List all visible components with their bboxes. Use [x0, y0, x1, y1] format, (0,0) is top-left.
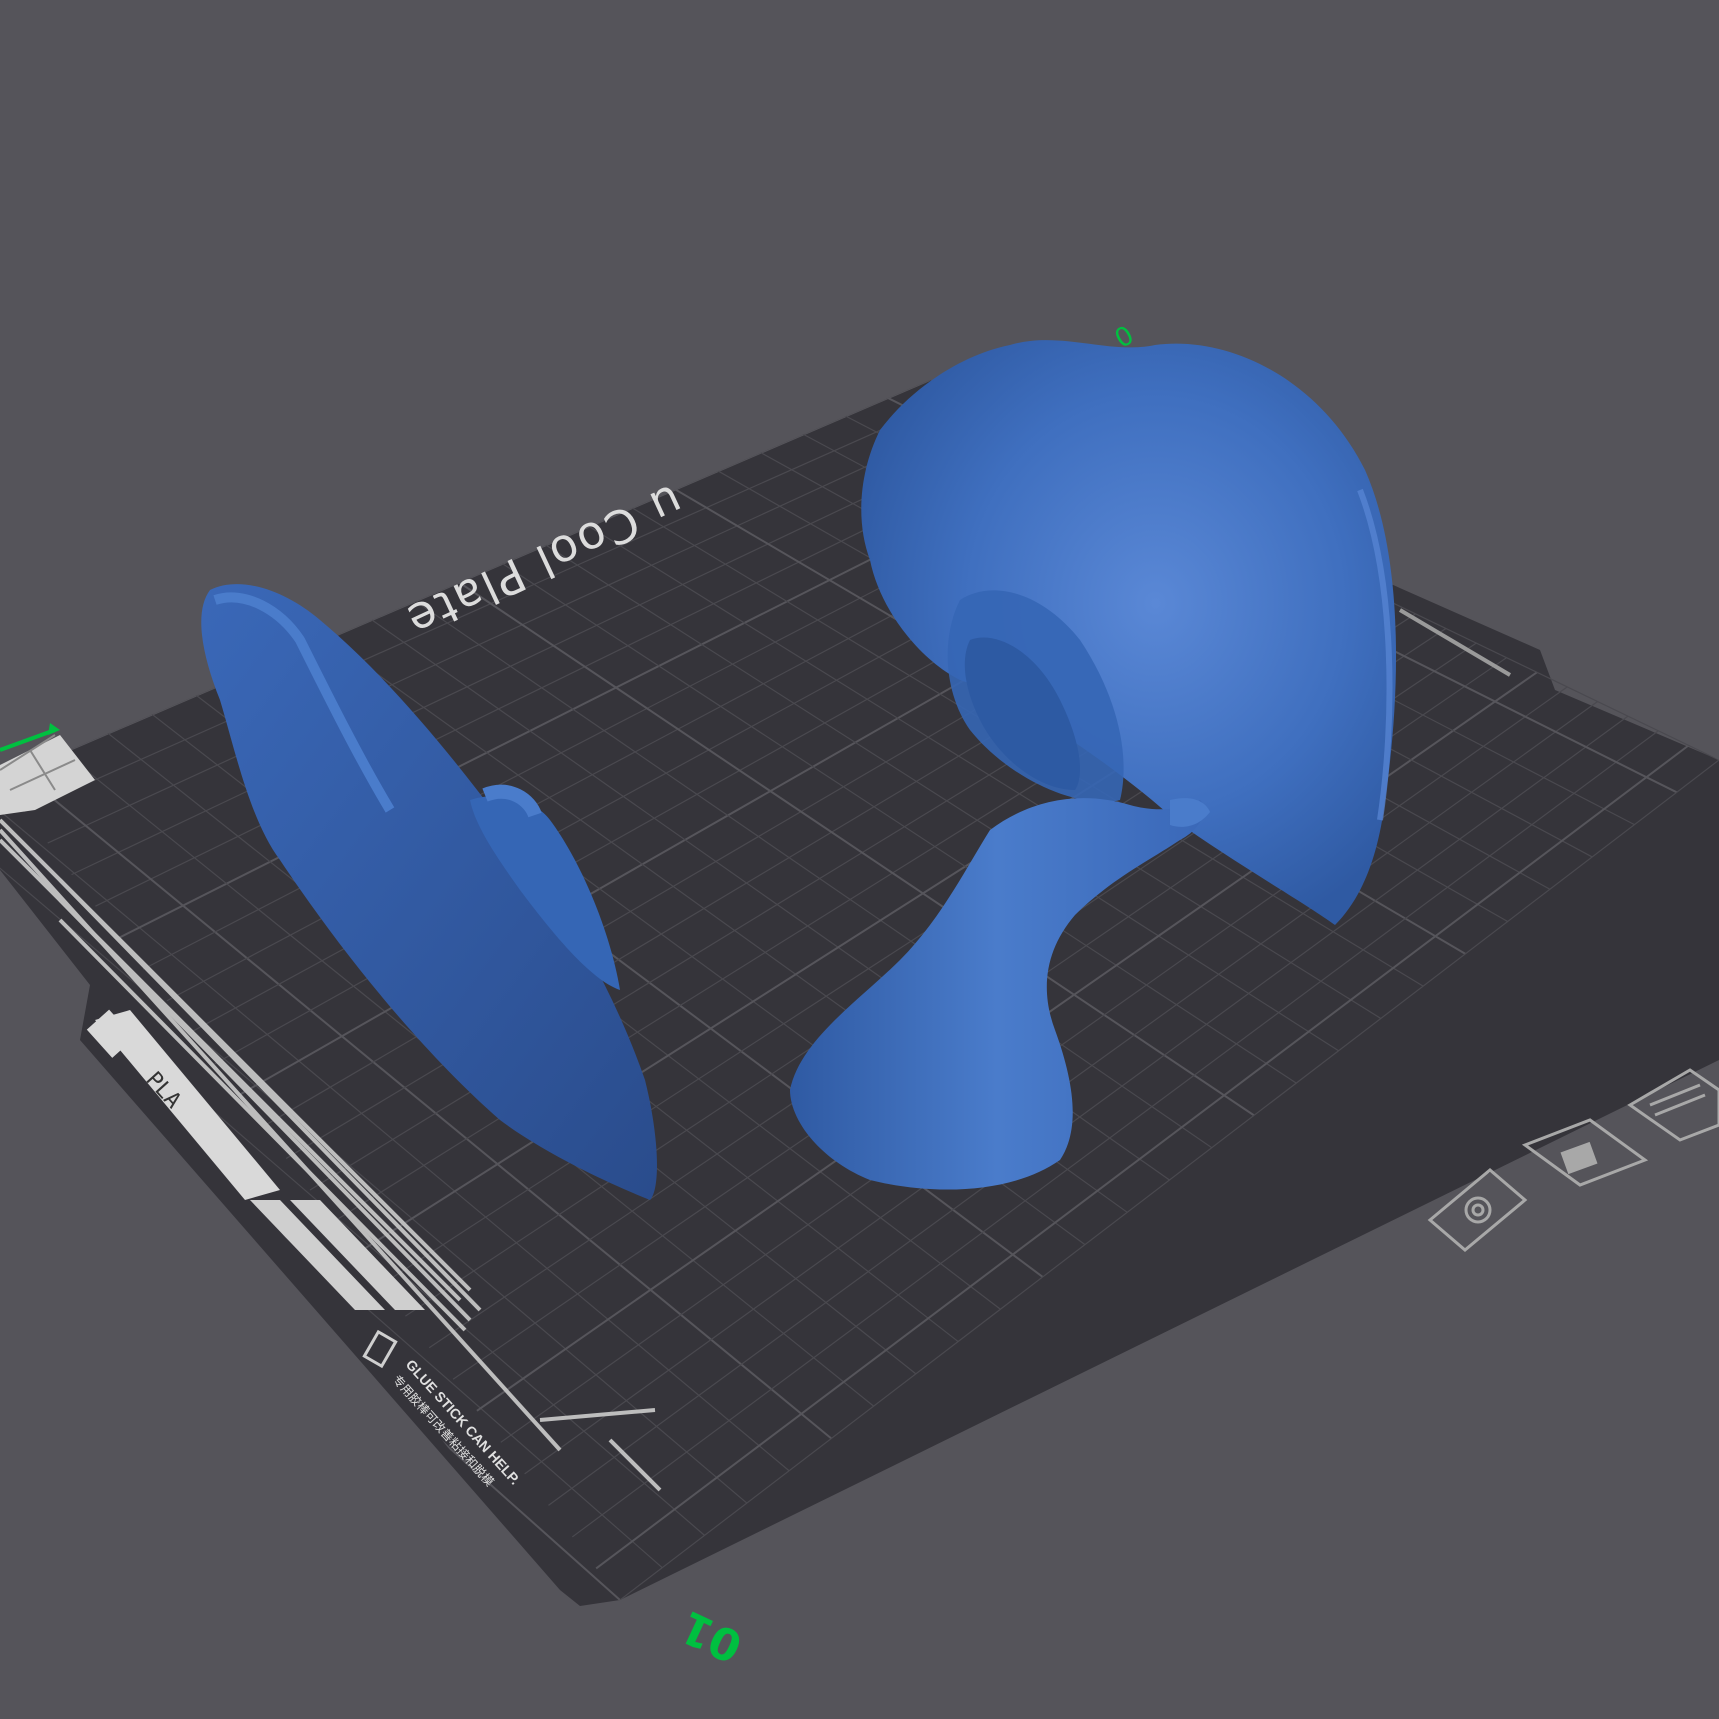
scene-canvas[interactable]: PLA GLUE STICK CAN HELP. 专用胶棒可改善粘接和脱模 u … [0, 0, 1719, 1719]
3d-viewport[interactable]: PLA GLUE STICK CAN HELP. 专用胶棒可改善粘接和脱模 u … [0, 0, 1719, 1719]
build-plate: PLA GLUE STICK CAN HELP. 专用胶棒可改善粘接和脱模 u … [0, 320, 1719, 1672]
plate-number: 01 [673, 1600, 750, 1672]
